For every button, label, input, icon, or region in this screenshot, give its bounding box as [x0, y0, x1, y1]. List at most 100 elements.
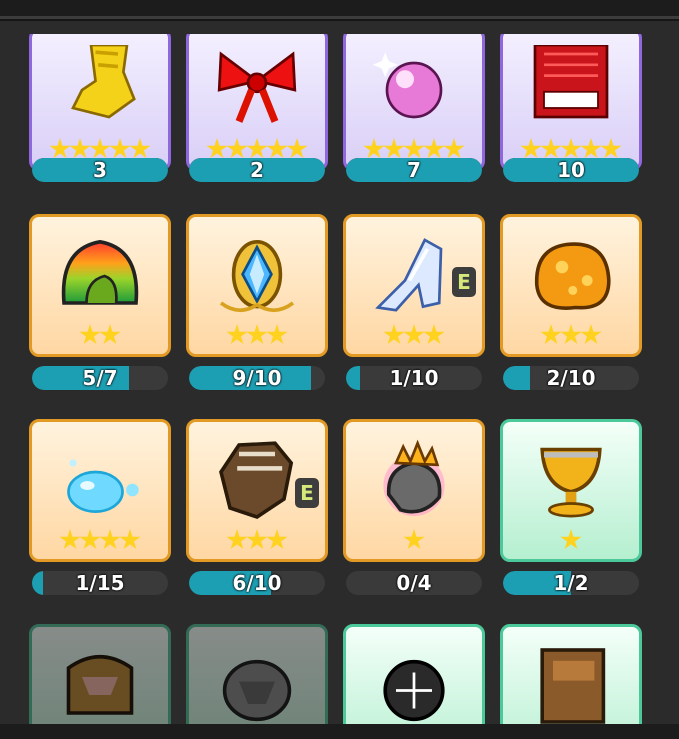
- treasure-chest-item-icon: [66, 655, 134, 715]
- item-card[interactable]: [343, 419, 485, 562]
- progress-bar: 10: [503, 158, 639, 182]
- progress-bar: 1/15: [32, 571, 168, 595]
- equipped-badge: E: [295, 478, 319, 508]
- star-icon: [69, 138, 91, 159]
- progress-label: 2/10: [546, 366, 596, 390]
- star-icon: [403, 138, 425, 159]
- star-rating: [32, 529, 168, 553]
- star-rating: [32, 324, 168, 348]
- crowned-rock-item-icon: [383, 439, 445, 517]
- progress-bar: 7: [346, 158, 482, 182]
- progress-label: 3: [93, 158, 107, 182]
- star-icon: [246, 138, 268, 159]
- item-card[interactable]: [29, 624, 171, 724]
- star-icon: [540, 138, 562, 159]
- star-icon: [403, 324, 425, 345]
- progress-bar: 1/2: [503, 571, 639, 595]
- star-icon: [99, 324, 121, 345]
- top-bar: [0, 0, 679, 16]
- item-card[interactable]: [343, 34, 485, 171]
- crystal-pendant-item-icon: [219, 240, 295, 312]
- star-icon: [423, 138, 445, 159]
- star-icon: [246, 529, 268, 550]
- progress-label: 0/4: [396, 571, 432, 595]
- progress-label: 1/15: [75, 571, 125, 595]
- progress-label: 6/10: [232, 571, 282, 595]
- star-icon: [580, 138, 602, 159]
- star-icon: [119, 529, 141, 550]
- star-icon: [286, 138, 308, 159]
- progress-bar: 9/10: [189, 366, 325, 390]
- star-icon: [403, 529, 425, 550]
- star-icon: [226, 138, 248, 159]
- star-rating: [189, 529, 325, 553]
- red-banner-item-icon: [533, 45, 609, 119]
- star-icon: [363, 138, 385, 159]
- star-icon: [560, 138, 582, 159]
- bottom-bar: [0, 724, 679, 739]
- progress-bar: 5/7: [32, 366, 168, 390]
- progress-bar: 1/10: [346, 366, 482, 390]
- golden-chalice-item-icon: [540, 447, 602, 518]
- star-icon: [580, 324, 602, 345]
- star-icon: [79, 529, 101, 550]
- star-rating: [503, 324, 639, 348]
- orange-rock-item-icon: [534, 242, 611, 310]
- star-rating: [189, 324, 325, 348]
- star-icon: [246, 324, 268, 345]
- water-bubble-item-icon: [67, 459, 139, 513]
- equipped-badge: E: [452, 267, 476, 297]
- item-card[interactable]: [29, 419, 171, 562]
- star-icon: [109, 138, 131, 159]
- progress-label: 5/7: [82, 366, 118, 390]
- star-rating: [346, 529, 482, 553]
- item-card[interactable]: E: [186, 419, 328, 562]
- star-icon: [520, 138, 542, 159]
- progress-bar: 2: [189, 158, 325, 182]
- star-icon: [59, 529, 81, 550]
- star-icon: [99, 529, 121, 550]
- pink-orb-item-icon: [372, 52, 443, 119]
- yellow-scroll-item-icon: [71, 45, 136, 119]
- progress-label: 2: [250, 158, 264, 182]
- star-icon: [560, 529, 582, 550]
- star-icon: [560, 324, 582, 345]
- progress-label: 9/10: [232, 366, 282, 390]
- item-card[interactable]: E: [343, 214, 485, 357]
- progress-bar: 2/10: [503, 366, 639, 390]
- star-icon: [266, 529, 288, 550]
- item-grid[interactable]: 3 2 7 10 5/7 9/10 E 1/10 2/10 1/15 E 6/10 0/4 1/2: [0, 34, 679, 724]
- star-icon: [443, 138, 465, 159]
- item-card[interactable]: [186, 34, 328, 171]
- star-icon: [89, 138, 111, 159]
- old-book-item-icon: [540, 648, 606, 724]
- stone-coin-item-icon: [222, 659, 292, 722]
- star-icon: [226, 529, 248, 550]
- item-card[interactable]: [186, 624, 328, 724]
- item-card[interactable]: [29, 214, 171, 357]
- star-icon: [79, 324, 101, 345]
- star-icon: [383, 324, 405, 345]
- item-card[interactable]: [500, 624, 642, 724]
- item-card[interactable]: [500, 419, 642, 562]
- progress-label: 1/10: [389, 366, 439, 390]
- star-icon: [129, 138, 151, 159]
- star-icon: [383, 138, 405, 159]
- divider: [0, 19, 679, 21]
- item-card[interactable]: [500, 34, 642, 171]
- progress-bar: 6/10: [189, 571, 325, 595]
- star-icon: [540, 324, 562, 345]
- star-rating: [346, 324, 482, 348]
- item-card[interactable]: [500, 214, 642, 357]
- star-icon: [226, 324, 248, 345]
- progress-label: 1/2: [553, 571, 589, 595]
- item-card[interactable]: [29, 34, 171, 171]
- star-icon: [266, 138, 288, 159]
- progress-label: 7: [407, 158, 421, 182]
- glass-slipper-item-icon: [375, 238, 443, 312]
- item-card[interactable]: [343, 624, 485, 724]
- star-icon: [206, 138, 228, 159]
- star-rating: [503, 529, 639, 553]
- item-card[interactable]: [186, 214, 328, 357]
- star-icon: [49, 138, 71, 159]
